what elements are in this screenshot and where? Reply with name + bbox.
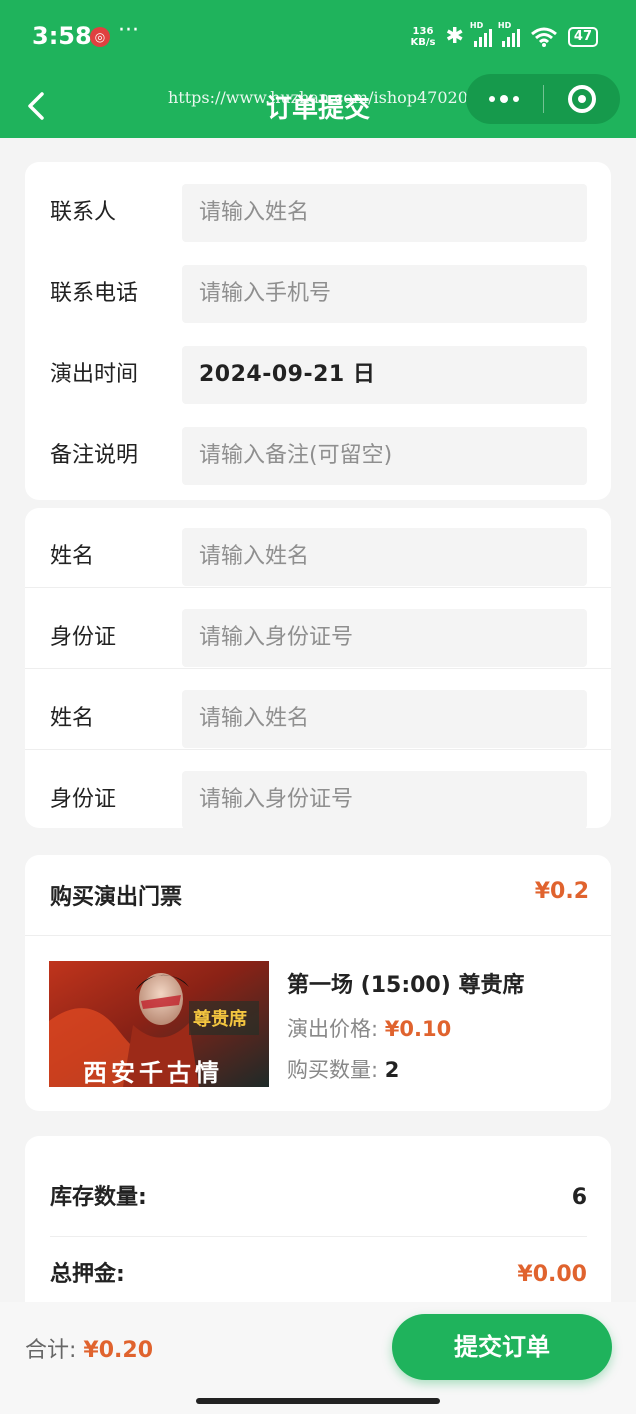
- menu-more-button[interactable]: [466, 74, 543, 124]
- ticket-unit-price: ¥0.10: [384, 1017, 452, 1041]
- contact-name-row: 联系人 请输入姓名: [25, 184, 611, 242]
- hd-label-1: HD: [469, 20, 484, 30]
- ticket-card: 购买演出门票 ¥0.2 尊贵席 西安千古情 第一场 (15:00) 尊贵席 演出…: [25, 855, 611, 1111]
- remark-input[interactable]: 请输入备注(可留空): [182, 427, 587, 485]
- submit-order-button[interactable]: 提交订单: [392, 1314, 612, 1380]
- watermark-text: https://www.huzhan.com/ishop47020: [168, 88, 468, 107]
- net-speed: 136 KB/s: [410, 26, 435, 48]
- visitor-id-row-1: 身份证 请输入身份证号: [25, 609, 611, 667]
- visitor-id-input-2[interactable]: 请输入身份证号: [182, 771, 587, 829]
- visitor-id-input-1[interactable]: 请输入身份证号: [182, 609, 587, 667]
- wifi-icon: [530, 27, 557, 47]
- row-divider: [50, 1236, 587, 1237]
- show-poster-image: 尊贵席 西安千古情: [49, 961, 269, 1087]
- qty-label: 购买数量:: [287, 1058, 379, 1082]
- signal-icon-2: HD: [498, 21, 520, 47]
- poster-title: 西安千古情: [83, 1058, 223, 1087]
- contact-form-card: 联系人 请输入姓名 联系电话 请输入手机号 演出时间 2024-09-21 日 …: [25, 162, 611, 500]
- visitor-form-card: 姓名 请输入姓名 身份证 请输入身份证号 姓名 请输入姓名 身份证 请输入身份证…: [25, 508, 611, 829]
- show-time-row: 演出时间 2024-09-21 日: [25, 346, 611, 404]
- row-divider: [25, 668, 611, 669]
- price-label: 演出价格:: [287, 1017, 379, 1041]
- ticket-qty-line: 购买数量: 2: [287, 1054, 399, 1084]
- ticket-section-title: 购买演出门票: [50, 885, 183, 910]
- status-time: 3:58: [32, 22, 92, 50]
- order-total-value: ¥0.20: [83, 1338, 154, 1363]
- section-divider: [25, 935, 611, 936]
- ticket-price-line: 演出价格: ¥0.10: [287, 1013, 451, 1043]
- field-label: 备注说明: [50, 443, 139, 468]
- signal-icon-1: HD: [470, 21, 492, 47]
- show-date-picker[interactable]: 2024-09-21 日: [182, 346, 587, 404]
- nav-bar: 订单提交 https://www.huzhan.com/ishop47020: [0, 74, 636, 138]
- net-speed-value: 136: [412, 25, 434, 37]
- ticket-total-price: ¥0.2: [534, 879, 589, 904]
- status-bar: 3:58 ◎ ··· 136 KB/s ✱ HD HD 47: [0, 0, 636, 76]
- contact-phone-input[interactable]: 请输入手机号: [182, 265, 587, 323]
- visitor-id-row-2: 身份证 请输入身份证号: [25, 771, 611, 829]
- ticket-quantity: 2: [384, 1058, 400, 1082]
- notification-app-icon: ◎: [90, 27, 110, 47]
- deposit-value: ¥0.00: [517, 1262, 587, 1287]
- row-divider: [25, 749, 611, 750]
- bluetooth-icon: ✱: [445, 24, 464, 49]
- row-divider: [25, 587, 611, 588]
- battery-icon: 47: [567, 26, 598, 47]
- order-total: 合计: ¥0.20: [25, 1332, 153, 1364]
- visitor-name-input-2[interactable]: 请输入姓名: [182, 690, 587, 748]
- target-icon: [567, 85, 596, 113]
- field-label: 姓名: [50, 706, 95, 731]
- remark-row: 备注说明 请输入备注(可留空): [25, 427, 611, 485]
- field-label: 姓名: [50, 544, 95, 569]
- ticket-name: 第一场 (15:00) 尊贵席: [287, 973, 525, 998]
- visitor-name-input-1[interactable]: 请输入姓名: [182, 528, 587, 586]
- field-label: 联系电话: [50, 281, 139, 306]
- field-label: 演出时间: [50, 362, 139, 387]
- stock-value: 6: [571, 1185, 587, 1210]
- more-notifications-icon: ···: [118, 18, 139, 43]
- contact-name-input[interactable]: 请输入姓名: [182, 184, 587, 242]
- poster-badge: 尊贵席: [193, 1009, 247, 1030]
- close-miniprogram-button[interactable]: [544, 74, 621, 124]
- net-speed-unit: KB/s: [410, 36, 436, 48]
- deposit-label: 总押金:: [50, 1262, 125, 1287]
- visitor-name-row-1: 姓名 请输入姓名: [25, 528, 611, 586]
- contact-phone-row: 联系电话 请输入手机号: [25, 265, 611, 323]
- field-label: 身份证: [50, 787, 117, 812]
- bottom-action-bar: 合计: ¥0.20 提交订单: [0, 1302, 636, 1414]
- miniprogram-capsule: [466, 74, 620, 124]
- field-label: 身份证: [50, 625, 117, 650]
- hd-label-2: HD: [497, 20, 512, 30]
- status-indicators: 136 KB/s ✱ HD HD 47: [410, 21, 598, 49]
- home-indicator[interactable]: [196, 1398, 440, 1404]
- stock-row: 库存数量: 6: [50, 1178, 587, 1218]
- order-total-label: 合计:: [25, 1338, 77, 1363]
- deposit-row: 总押金: ¥0.00: [50, 1255, 587, 1295]
- stock-label: 库存数量:: [50, 1185, 147, 1210]
- field-label: 联系人: [50, 200, 117, 225]
- visitor-name-row-2: 姓名 请输入姓名: [25, 690, 611, 748]
